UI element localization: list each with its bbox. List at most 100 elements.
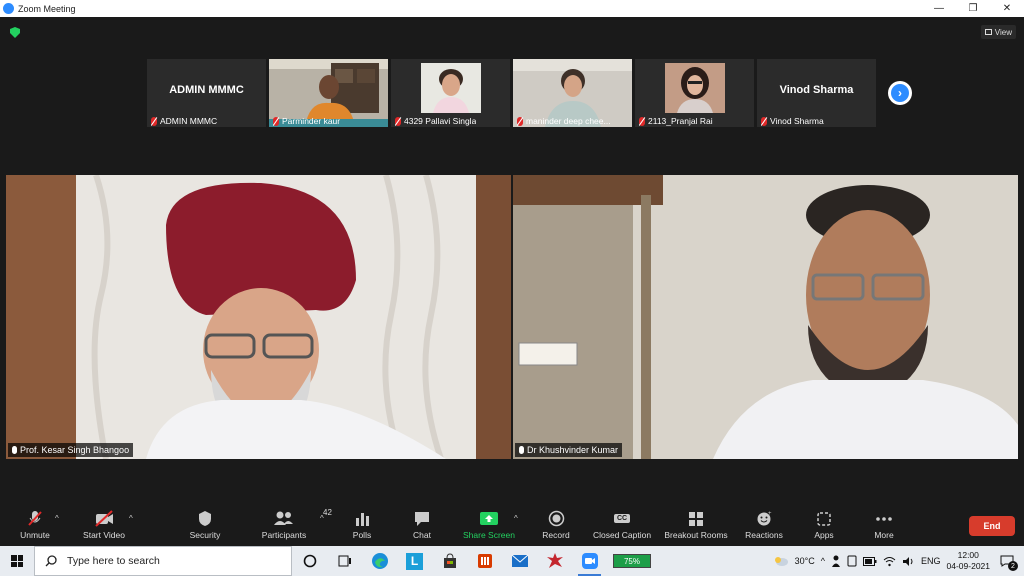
zoom-taskbar-app[interactable] bbox=[572, 546, 607, 576]
edge-icon bbox=[371, 553, 388, 569]
action-center-button[interactable]: 2 bbox=[996, 551, 1018, 571]
chevron-up-icon[interactable]: ^ bbox=[821, 556, 825, 566]
participant-name-tag: Parminder kaur bbox=[273, 116, 340, 126]
participant-thumb-parminder[interactable]: Parminder kaur bbox=[269, 59, 388, 127]
minimize-button[interactable]: — bbox=[922, 0, 956, 17]
participant-name-tag: ADMIN MMMC bbox=[151, 116, 217, 126]
more-button[interactable]: More bbox=[849, 510, 919, 540]
taskbar-clock[interactable]: 12:00 04-09-2021 bbox=[947, 550, 990, 572]
mail-app[interactable] bbox=[502, 546, 537, 576]
video-tile-right[interactable]: Dr Khushvinder Kumar bbox=[513, 175, 1018, 459]
battery-percent: 75% bbox=[613, 554, 651, 568]
speaker-name-tag: Dr Khushvinder Kumar bbox=[515, 443, 623, 457]
meeting-toolbar: Unmute ^ Start Video ^ Security 42 Parti… bbox=[0, 502, 1024, 546]
windows-taskbar: Type here to search L 75% 30°C ^ ENG 12:… bbox=[0, 546, 1024, 576]
start-button[interactable] bbox=[0, 546, 34, 576]
snip-app[interactable] bbox=[537, 546, 572, 576]
participant-name-tag: 2113_Pranjal Rai bbox=[639, 116, 713, 126]
record-label: Record bbox=[542, 530, 570, 540]
shield-icon bbox=[199, 511, 211, 526]
weather-temp[interactable]: 30°C bbox=[795, 556, 815, 566]
speaker-icon[interactable] bbox=[902, 556, 915, 567]
encryption-shield-icon[interactable] bbox=[10, 27, 20, 38]
edge-app[interactable] bbox=[362, 546, 397, 576]
l-app-icon: L bbox=[406, 552, 423, 570]
record-icon bbox=[548, 510, 564, 527]
close-button[interactable]: ✕ bbox=[990, 0, 1024, 17]
l-app[interactable]: L bbox=[397, 546, 432, 576]
speaker-name: Dr Khushvinder Kumar bbox=[527, 445, 619, 455]
mic-muted-icon bbox=[273, 116, 279, 126]
participant-label: maninder deep chee... bbox=[526, 116, 611, 126]
participant-label: ADMIN MMMC bbox=[160, 116, 218, 126]
participant-strip: ADMIN MMMC ADMIN MMMC Parminder kaur 432… bbox=[147, 59, 876, 127]
participants-label: Participants bbox=[261, 530, 307, 540]
video-tile-left[interactable]: Prof. Kesar Singh Bhangoo bbox=[6, 175, 511, 459]
language-indicator[interactable]: ENG bbox=[921, 556, 941, 566]
chat-button[interactable]: Chat bbox=[387, 510, 457, 540]
speaker-video bbox=[6, 175, 511, 459]
participant-label: Parminder kaur bbox=[282, 116, 341, 126]
share-screen-label: Share Screen bbox=[463, 530, 515, 540]
participant-thumb-admin[interactable]: ADMIN MMMC ADMIN MMMC bbox=[147, 59, 266, 127]
unmute-button[interactable]: Unmute bbox=[0, 510, 70, 540]
notification-count: 2 bbox=[1008, 561, 1018, 571]
task-view-icon bbox=[338, 555, 351, 567]
next-page-button[interactable]: › bbox=[888, 81, 912, 105]
participant-thumb-pranjal[interactable]: 2113_Pranjal Rai bbox=[635, 59, 754, 127]
mic-off-icon bbox=[28, 511, 42, 526]
reactions-icon: + bbox=[757, 511, 772, 526]
participant-name-tag: 4329 Pallavi Singla bbox=[395, 116, 476, 126]
weather-cloud-icon bbox=[774, 557, 788, 566]
participant-thumb-maninder[interactable]: maninder deep chee... bbox=[513, 59, 632, 127]
record-button[interactable]: Record bbox=[521, 510, 591, 540]
battery-monitor-app[interactable]: 75% bbox=[607, 546, 657, 576]
participants-options-caret[interactable]: ^ bbox=[320, 514, 324, 523]
person-icon[interactable] bbox=[831, 555, 841, 567]
cortana-circle-icon bbox=[303, 554, 316, 568]
view-label: View bbox=[994, 27, 1012, 37]
task-view-button[interactable] bbox=[327, 546, 362, 576]
closed-caption-label: Closed Caption bbox=[592, 530, 652, 540]
office-app[interactable] bbox=[467, 546, 502, 576]
view-button[interactable]: View bbox=[980, 25, 1016, 39]
participant-label: 4329 Pallavi Singla bbox=[404, 116, 477, 126]
breakout-rooms-label: Breakout Rooms bbox=[664, 530, 728, 540]
clock-time: 12:00 bbox=[957, 550, 979, 560]
zoom-app-icon bbox=[3, 3, 14, 14]
taskbar-search-box[interactable]: Type here to search bbox=[34, 546, 292, 576]
end-meeting-button[interactable]: End bbox=[969, 516, 1015, 536]
battery-icon[interactable] bbox=[863, 556, 877, 566]
cortana-button[interactable] bbox=[292, 546, 327, 576]
chevron-right-icon: › bbox=[891, 84, 909, 102]
audio-options-caret[interactable]: ^ bbox=[55, 514, 59, 523]
closed-caption-button[interactable]: CC Closed Caption bbox=[587, 510, 657, 540]
participant-name-tag: Vinod Sharma bbox=[761, 116, 824, 126]
tablet-icon[interactable] bbox=[847, 555, 857, 567]
meeting-stage: View ADMIN MMMC ADMIN MMMC Parminder kau… bbox=[0, 17, 1024, 502]
video-options-caret[interactable]: ^ bbox=[129, 514, 133, 523]
polls-icon bbox=[356, 513, 369, 526]
participant-big-name: ADMIN MMMC bbox=[169, 84, 244, 96]
svg-text:+: + bbox=[768, 511, 772, 517]
grid-icon bbox=[984, 29, 992, 35]
more-label: More bbox=[874, 530, 894, 540]
share-options-caret[interactable]: ^ bbox=[514, 514, 518, 523]
maximize-button[interactable]: ❐ bbox=[956, 0, 990, 17]
breakout-rooms-button[interactable]: Breakout Rooms bbox=[661, 510, 731, 540]
store-app[interactable] bbox=[432, 546, 467, 576]
mail-icon bbox=[511, 554, 528, 567]
chat-icon bbox=[415, 512, 429, 526]
wifi-icon[interactable] bbox=[883, 556, 896, 567]
participants-button[interactable]: 42 Participants bbox=[249, 508, 332, 540]
chat-label: Chat bbox=[413, 530, 431, 540]
participant-thumb-pallavi[interactable]: 4329 Pallavi Singla bbox=[391, 59, 510, 127]
mic-muted-icon bbox=[151, 116, 157, 126]
mic-muted-icon bbox=[761, 116, 767, 126]
mic-muted-icon bbox=[395, 116, 401, 126]
splat-app-icon bbox=[546, 553, 563, 568]
participant-thumb-vinod[interactable]: Vinod Sharma Vinod Sharma bbox=[757, 59, 876, 127]
security-button[interactable]: Security bbox=[170, 510, 240, 540]
mic-icon bbox=[519, 446, 524, 454]
security-label: Security bbox=[189, 530, 221, 540]
